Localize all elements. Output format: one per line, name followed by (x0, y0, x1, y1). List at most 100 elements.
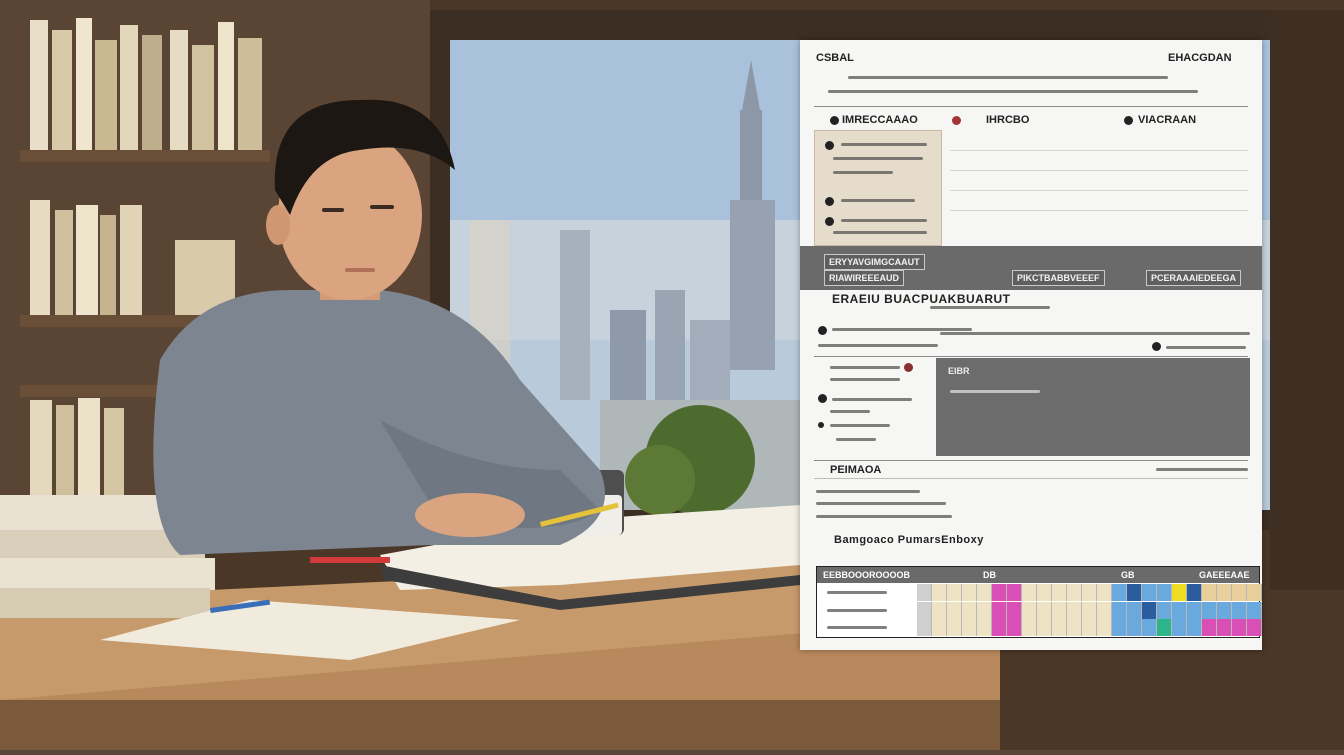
grid-cell (1022, 619, 1037, 636)
panel-text: EIBR (948, 366, 970, 376)
grid-cell (1097, 602, 1112, 619)
section-line (818, 344, 938, 347)
grid-cell (1127, 584, 1142, 601)
divider (814, 460, 1248, 461)
preview-panel (936, 358, 1250, 456)
grid-cell (992, 602, 1007, 619)
list-line (836, 438, 876, 441)
chart-title: Bamgoaco PumarsEnboxy (834, 534, 984, 546)
grid-cell (1052, 602, 1067, 619)
bar-label: PCERAAAIEDEEGA (1146, 270, 1242, 286)
grid-cell (917, 619, 932, 636)
grid-cell (1112, 602, 1127, 619)
grid-cell (1112, 584, 1127, 601)
info-line (833, 171, 893, 174)
grid-cell (1217, 602, 1232, 619)
list-line (832, 398, 912, 401)
grid-cell (1187, 619, 1202, 636)
bar-label: ERYYAVGIMGCAAUT (824, 254, 925, 270)
bar-label: PIKCTBABBVEEEF (1012, 270, 1105, 286)
bullet-icon (825, 217, 834, 226)
column-header: VIACRAAN (1138, 114, 1197, 126)
info-line (841, 143, 927, 146)
footer-line (816, 502, 946, 505)
grid-cell (1157, 602, 1172, 619)
intro-line (828, 90, 1198, 93)
grid-cell (992, 584, 1007, 601)
ruled-line (950, 170, 1248, 171)
grid-cell (1022, 584, 1037, 601)
grid-cell (1157, 619, 1172, 636)
overlay-document: CSBAL EHACGDAN IMRECCAAAO IHRCBO VIACRAA… (800, 40, 1262, 650)
grid-cell (1217, 584, 1232, 601)
grid-cell (962, 619, 977, 636)
grid-cell (1097, 584, 1112, 601)
grid-cell (977, 602, 992, 619)
info-line (833, 231, 927, 234)
grid-cell (1082, 602, 1097, 619)
column-icon (1124, 116, 1133, 125)
grid-cell (1037, 602, 1052, 619)
grid-cell (917, 602, 932, 619)
grid-header: GAEEEAAE (1199, 570, 1250, 580)
bullet-icon (818, 422, 824, 428)
footer-line (816, 490, 920, 493)
grid-cell (1202, 584, 1217, 601)
section-line (930, 306, 1050, 309)
list-line (830, 378, 900, 381)
bullet-icon (904, 363, 913, 372)
column-header: IMRECCAAAO (842, 114, 918, 126)
grid-cell (1082, 619, 1097, 636)
grid-row-label (827, 591, 887, 594)
grid-cell (1082, 584, 1097, 601)
color-grid: EEBBOOOROOOOB DB GB GAEEEAAE (816, 566, 1262, 638)
bullet-icon (818, 394, 827, 403)
bullet-icon (825, 197, 834, 206)
grid-cell (1037, 584, 1052, 601)
grid-cell (1067, 619, 1082, 636)
bullet-icon (825, 141, 834, 150)
section-line (1166, 346, 1246, 349)
ruled-line (950, 150, 1248, 151)
ruled-line (950, 210, 1248, 211)
grid-cell (932, 619, 947, 636)
grid-cell (1142, 584, 1157, 601)
grid-cell (932, 584, 947, 601)
footer-label: PEIMAOA (830, 464, 882, 476)
grid-cell (947, 584, 962, 601)
grid-cell (977, 619, 992, 636)
grid-cell (1097, 619, 1112, 636)
grid-header: DB (983, 570, 996, 580)
grid-cell (1172, 584, 1187, 601)
grid-cell (1172, 619, 1187, 636)
bullet-icon (818, 326, 827, 335)
grid-cell (1127, 619, 1142, 636)
grid-cell (1037, 619, 1052, 636)
bar-label: RIAWIREEEAUD (824, 270, 905, 286)
grid-cell (1187, 584, 1202, 601)
grid-cell (947, 602, 962, 619)
info-line (841, 219, 927, 222)
grid-cell (917, 584, 932, 601)
grid-cell (1232, 619, 1247, 636)
grid-cell (1142, 619, 1157, 636)
grid-cell (1202, 602, 1217, 619)
grid-cell (1052, 619, 1067, 636)
section-line (832, 328, 972, 331)
column-header: IHRCBO (986, 114, 1030, 126)
bullet-icon (1152, 342, 1161, 351)
grid-cell (1067, 602, 1082, 619)
grid-cell (1232, 602, 1247, 619)
column-icon (830, 116, 839, 125)
info-line (833, 157, 923, 160)
intro-line (848, 76, 1168, 79)
grid-cell (1007, 619, 1022, 636)
grid-cell (1247, 619, 1262, 636)
grid-header: GB (1121, 570, 1135, 580)
divider (814, 106, 1248, 107)
grid-cell (1247, 602, 1262, 619)
grid-cell (1157, 584, 1172, 601)
column-icon (952, 116, 961, 125)
grid-cell (1052, 584, 1067, 601)
panel-line (950, 390, 1040, 393)
